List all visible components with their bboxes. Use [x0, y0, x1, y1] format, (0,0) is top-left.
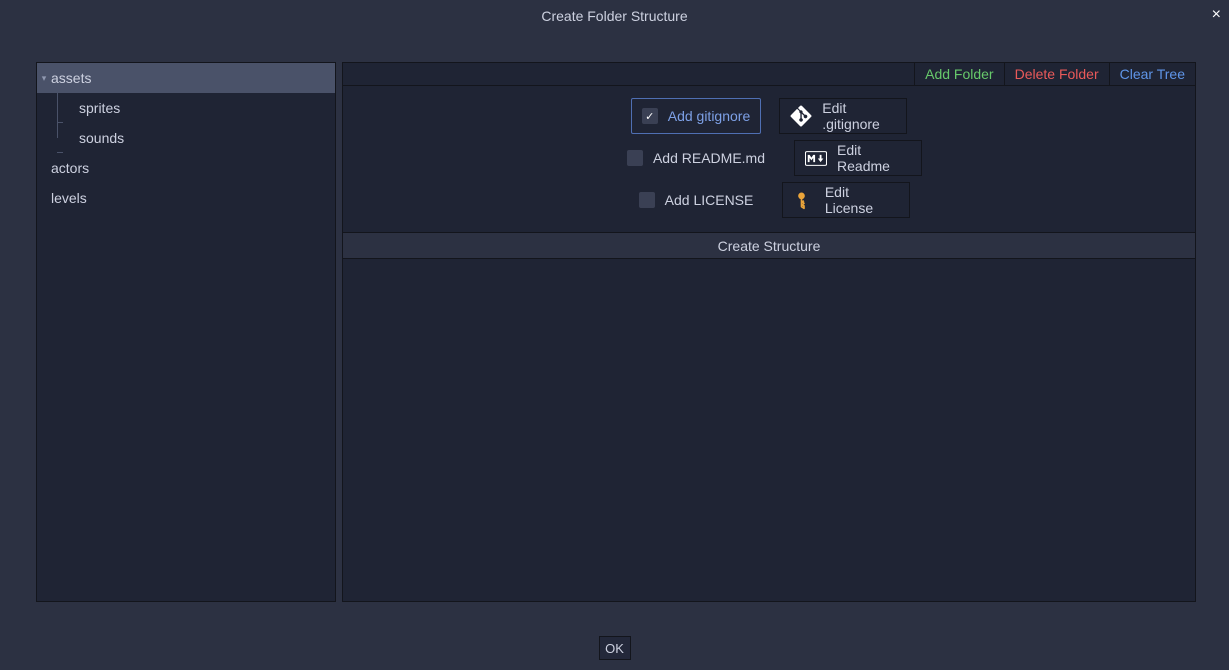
- edit-license-button[interactable]: Edit License: [782, 182, 910, 218]
- button-label: Create Structure: [718, 238, 821, 254]
- tree-item-assets[interactable]: ▾ assets: [37, 63, 335, 93]
- license-key-icon: [793, 189, 814, 211]
- create-structure-button[interactable]: Create Structure: [342, 233, 1196, 259]
- clear-tree-button[interactable]: Clear Tree: [1109, 63, 1195, 85]
- edit-readme-button[interactable]: Edit Readme: [794, 140, 922, 176]
- folder-toolbar: Add Folder Delete Folder Clear Tree: [342, 62, 1196, 86]
- checkbox-unchecked-icon: [627, 150, 643, 166]
- markdown-icon: [805, 147, 827, 169]
- checkbox-label: Add README.md: [653, 150, 765, 166]
- output-area: [342, 259, 1196, 602]
- add-folder-button[interactable]: Add Folder: [914, 63, 1003, 85]
- tree-item-label: assets: [51, 70, 91, 86]
- option-row-license: Add LICENSE Edit License: [628, 182, 911, 218]
- button-label: Edit Readme: [837, 142, 911, 174]
- edit-gitignore-button[interactable]: Edit .gitignore: [779, 98, 907, 134]
- option-row-readme: Add README.md Edit Readme: [616, 140, 922, 176]
- tree-item-label: levels: [51, 190, 87, 206]
- tree-item-levels[interactable]: levels: [37, 183, 335, 213]
- tree-item-label: sounds: [79, 130, 124, 146]
- add-readme-checkbox[interactable]: Add README.md: [616, 140, 776, 176]
- checkbox-label: Add gitignore: [668, 108, 751, 124]
- tree-item-label: actors: [51, 160, 89, 176]
- checkbox-checked-icon: ✓: [642, 108, 658, 124]
- ok-button[interactable]: OK: [599, 636, 631, 660]
- folder-tree[interactable]: ▾ assets sprites sounds actors levels: [36, 62, 336, 602]
- add-license-checkbox[interactable]: Add LICENSE: [628, 182, 765, 218]
- close-icon[interactable]: ×: [1212, 6, 1221, 24]
- button-label: OK: [605, 641, 624, 656]
- tree-item-sprites[interactable]: sprites: [37, 93, 335, 123]
- delete-folder-button[interactable]: Delete Folder: [1004, 63, 1109, 85]
- tree-item-label: sprites: [79, 100, 120, 116]
- button-label: Edit .gitignore: [822, 100, 896, 132]
- option-row-gitignore: ✓ Add gitignore Edit .gitignore: [631, 98, 908, 134]
- dialog-title: Create Folder Structure: [541, 8, 687, 24]
- add-gitignore-checkbox[interactable]: ✓ Add gitignore: [631, 98, 762, 134]
- options-panel: ✓ Add gitignore Edit .gitignore Add READ…: [342, 86, 1196, 233]
- button-label: Edit License: [825, 184, 900, 216]
- checkbox-unchecked-icon: [639, 192, 655, 208]
- tree-item-sounds[interactable]: sounds: [37, 123, 335, 153]
- checkbox-label: Add LICENSE: [665, 192, 754, 208]
- tree-item-actors[interactable]: actors: [37, 153, 335, 183]
- chevron-down-icon: ▾: [37, 73, 51, 84]
- git-icon: [790, 105, 812, 127]
